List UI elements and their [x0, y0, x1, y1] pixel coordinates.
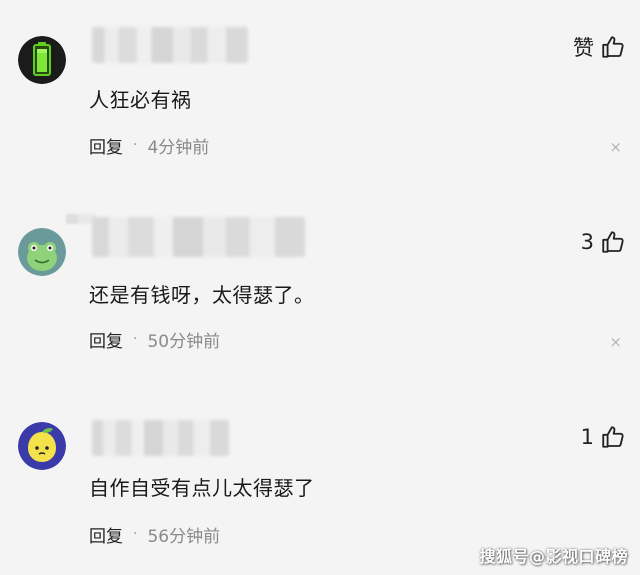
- reply-button[interactable]: 回复: [89, 522, 123, 547]
- comment-item: 1 自作自受有点儿太得瑟了 回复 · 56分钟前: [0, 0, 640, 547]
- separator-dot: ·: [133, 331, 138, 347]
- avatar[interactable]: [18, 422, 66, 470]
- avatar-image-lemon: [18, 422, 66, 470]
- thumbs-up-icon: [602, 426, 624, 448]
- username-blurred: [92, 217, 305, 257]
- avatar-image-frog: [18, 228, 66, 276]
- reply-button[interactable]: 回复: [89, 327, 123, 352]
- like-button[interactable]: 3: [581, 227, 626, 257]
- watermark-text: 搜狐号@影视口碑榜: [479, 547, 628, 566]
- comment-meta: 回复 · 50分钟前: [89, 327, 221, 352]
- comment-timestamp: 56分钟前: [147, 526, 221, 547]
- like-button[interactable]: 1: [581, 422, 626, 452]
- separator-dot: ·: [133, 526, 138, 542]
- like-count: 3: [580, 230, 594, 254]
- avatar[interactable]: [18, 228, 66, 276]
- comment-meta: 回复 · 56分钟前: [89, 522, 221, 547]
- close-icon[interactable]: ×: [609, 335, 622, 350]
- comment-timestamp: 50分钟前: [147, 331, 221, 352]
- username-blurred: [92, 420, 229, 456]
- comment-text: 还是有钱呀，太得瑟了。: [89, 283, 315, 307]
- like-count: 1: [580, 425, 594, 449]
- comment-text: 自作自受有点儿太得瑟了: [89, 476, 315, 500]
- thumbs-up-icon: [602, 231, 624, 253]
